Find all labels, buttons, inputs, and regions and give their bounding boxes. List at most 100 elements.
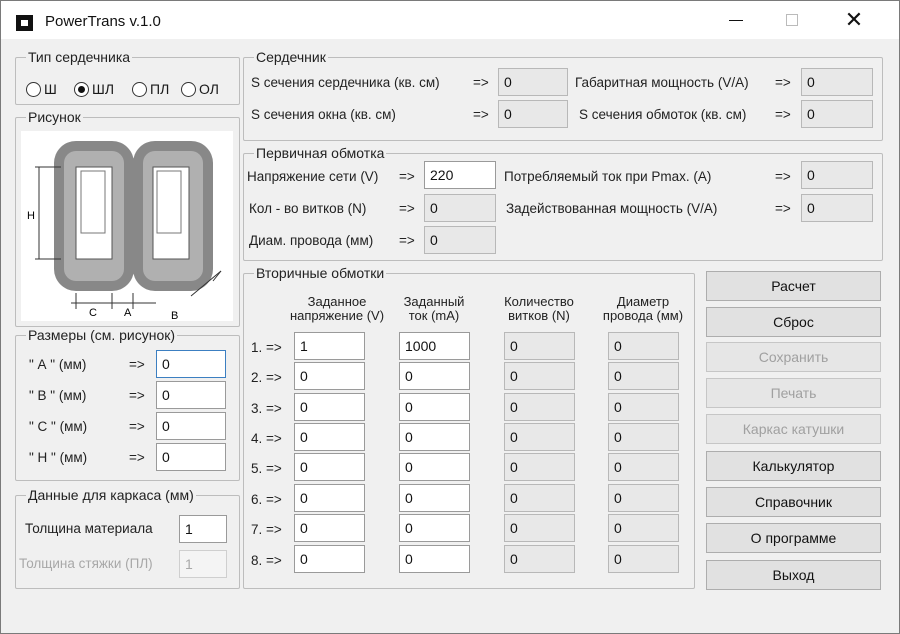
row-8-turns-output[interactable] — [504, 545, 575, 573]
row-3-current-input[interactable] — [399, 393, 470, 421]
turns-arrow: => — [399, 201, 415, 216]
row-1-current-input[interactable] — [399, 332, 470, 360]
row-4-turns-output[interactable] — [504, 423, 575, 451]
core-drawing: Н С А В — [21, 131, 233, 322]
row-7-turns-output[interactable] — [504, 514, 575, 542]
radio-dot-ol[interactable] — [181, 81, 196, 97]
exit-button[interactable]: Выход — [706, 560, 881, 590]
print-button[interactable]: Печать — [706, 378, 881, 408]
row-6-voltage-input[interactable] — [294, 484, 365, 512]
winding-area-output[interactable] — [801, 100, 873, 128]
row-5-turns-output[interactable] — [504, 453, 575, 481]
thickness-input[interactable] — [179, 515, 227, 543]
row-2-voltage-input[interactable] — [294, 362, 365, 390]
row-5-current-input[interactable] — [399, 453, 470, 481]
cheek-thickness-input[interactable] — [179, 550, 227, 578]
row-4-voltage-input[interactable] — [294, 423, 365, 451]
row-3-diameter-output[interactable] — [608, 393, 679, 421]
overall-power-label: Габаритная мощность (V/A) — [575, 75, 749, 90]
power-output[interactable] — [801, 194, 873, 222]
row-3-label: 3. => — [251, 401, 282, 416]
dim-a-input[interactable] — [156, 350, 226, 378]
dim-a-label: " А " (мм) — [29, 357, 87, 372]
row-7-diameter-output[interactable] — [608, 514, 679, 542]
radio-dot-pl[interactable] — [132, 81, 147, 97]
dim-b-arrow: => — [129, 388, 145, 403]
row-2-label: 2. => — [251, 370, 282, 385]
app-icon — [16, 15, 33, 31]
radio-dot-shl[interactable] — [74, 81, 89, 97]
reference-button[interactable]: Справочник — [706, 487, 881, 517]
radio-sh[interactable]: Ш — [26, 80, 57, 98]
about-button[interactable]: О программе — [706, 523, 881, 553]
row-8-label: 8. => — [251, 553, 282, 568]
dim-c-input[interactable] — [156, 412, 226, 440]
row-3-turns-output[interactable] — [504, 393, 575, 421]
diam-output[interactable] — [424, 226, 496, 254]
row-8-current-input[interactable] — [399, 545, 470, 573]
cheek-thickness-label: Толщина стяжки (ПЛ) — [19, 556, 153, 571]
row-4-current-input[interactable] — [399, 423, 470, 451]
dim-c-label: " С " (мм) — [29, 419, 88, 434]
radio-dot-sh[interactable] — [26, 81, 41, 97]
radio-pl[interactable]: ПЛ — [132, 80, 169, 98]
close-button[interactable]: ✕ — [831, 1, 877, 39]
title-bar[interactable]: PowerTrans v.1.0 ✕ — [1, 1, 899, 39]
winding-area-label: S сечения обмоток (кв. см) — [579, 107, 747, 122]
save-button[interactable]: Сохранить — [706, 342, 881, 372]
row-1-voltage-input[interactable] — [294, 332, 365, 360]
radio-shl[interactable]: ШЛ — [74, 80, 114, 98]
window-area-output[interactable] — [498, 100, 568, 128]
core-area-output[interactable] — [498, 68, 568, 96]
dim-b-input[interactable] — [156, 381, 226, 409]
secondary-legend: Вторичные обмотки — [254, 265, 387, 281]
reset-button[interactable]: Сброс — [706, 307, 881, 337]
dim-h-arrow: => — [129, 450, 145, 465]
row-8-diameter-output[interactable] — [608, 545, 679, 573]
dim-c-arrow: => — [129, 419, 145, 434]
turns-output[interactable] — [424, 194, 496, 222]
row-5-diameter-output[interactable] — [608, 453, 679, 481]
calculate-button[interactable]: Расчет — [706, 271, 881, 301]
left-core-inner — [80, 170, 106, 234]
row-3-voltage-input[interactable] — [294, 393, 365, 421]
voltage-arrow: => — [399, 169, 415, 184]
minimize-button[interactable] — [713, 1, 759, 39]
row-4-diameter-output[interactable] — [608, 423, 679, 451]
row-2-current-input[interactable] — [399, 362, 470, 390]
thickness-label: Толщина материала — [25, 521, 153, 536]
row-4-label: 4. => — [251, 431, 282, 446]
winding-area-arrow: => — [775, 107, 791, 122]
core-type-legend: Тип сердечника — [26, 49, 133, 65]
row-1-diameter-output[interactable] — [608, 332, 679, 360]
dimensions-legend: Размеры (см. рисунок) — [26, 327, 178, 343]
dim-b-arrow — [212, 270, 222, 282]
row-5-voltage-input[interactable] — [294, 453, 365, 481]
row-2-diameter-output[interactable] — [608, 362, 679, 390]
row-2-turns-output[interactable] — [504, 362, 575, 390]
row-1-turns-output[interactable] — [504, 332, 575, 360]
header-diameter: Диаметр провода (мм) — [602, 294, 684, 323]
dim-h-input[interactable] — [156, 443, 226, 471]
maximize-button[interactable] — [769, 1, 815, 39]
header-current: Заданный ток (mA) — [403, 294, 465, 323]
row-7-current-input[interactable] — [399, 514, 470, 542]
current-output[interactable] — [801, 161, 873, 189]
voltage-input[interactable] — [424, 161, 496, 189]
core-area-label: S сечения сердечника (кв. см) — [251, 75, 440, 90]
label-a: А — [124, 307, 132, 319]
row-6-turns-output[interactable] — [504, 484, 575, 512]
row-7-voltage-input[interactable] — [294, 514, 365, 542]
calculator-button[interactable]: Калькулятор — [706, 451, 881, 481]
row-8-voltage-input[interactable] — [294, 545, 365, 573]
row-6-current-input[interactable] — [399, 484, 470, 512]
overall-power-output[interactable] — [801, 68, 873, 96]
core-area-arrow: => — [473, 75, 489, 90]
current-label: Потребляемый ток при Pmax. (A) — [504, 169, 712, 184]
overall-power-arrow: => — [775, 75, 791, 90]
row-6-diameter-output[interactable] — [608, 484, 679, 512]
radio-ol[interactable]: ОЛ — [181, 80, 219, 98]
frame-legend: Данные для каркаса (мм) — [26, 487, 196, 503]
diam-arrow: => — [399, 233, 415, 248]
bobbin-button[interactable]: Каркас катушки — [706, 414, 881, 444]
